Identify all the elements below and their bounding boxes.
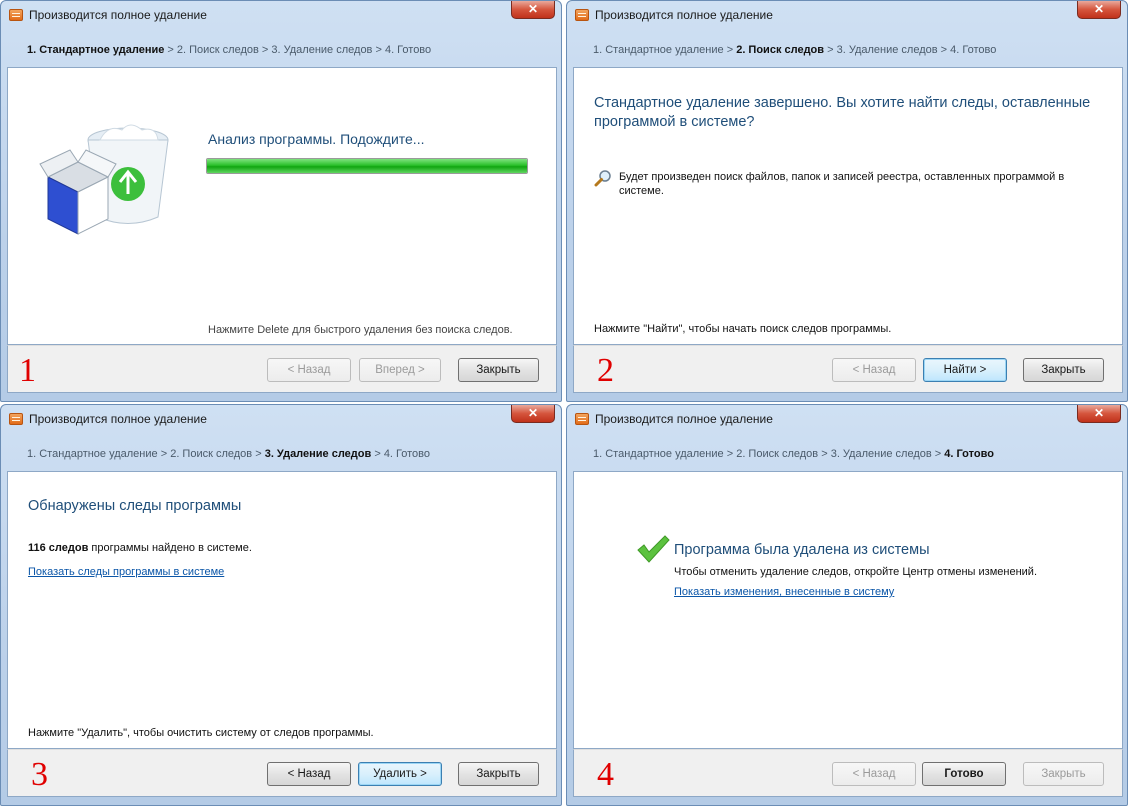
- window-title: Производится полное удаление: [29, 412, 207, 426]
- window-title: Производится полное удаление: [29, 8, 207, 22]
- close-icon[interactable]: ✕: [1077, 405, 1121, 423]
- close-icon[interactable]: ✕: [511, 405, 555, 423]
- window-step-3: Производится полное удаление ✕ 1. Станда…: [0, 404, 562, 806]
- show-traces-link[interactable]: Показать следы программы в системе: [28, 566, 224, 578]
- step-number: 1: [19, 352, 36, 389]
- step-number: 3: [31, 756, 48, 793]
- info-text: Чтобы отменить удаление следов, откройте…: [674, 566, 1037, 578]
- close-icon[interactable]: ✕: [511, 1, 555, 19]
- step-2: 2. Поиск следов: [736, 44, 825, 56]
- back-button[interactable]: < Назад: [832, 358, 916, 382]
- title-bar: Производится полное удаление ✕: [1, 1, 561, 31]
- content-panel: Программа была удалена из системы Чтобы …: [573, 471, 1123, 749]
- step-4: 4. Готово: [384, 44, 432, 56]
- content-panel: Анализ программы. Подождите... Нажмите D…: [7, 67, 557, 345]
- step-2: 2. Поиск следов: [736, 448, 819, 460]
- step-4: 4. Готово: [383, 448, 431, 460]
- traces-count-number: 116 следов: [28, 542, 89, 554]
- title-bar: Производится полное удаление ✕: [1, 405, 561, 435]
- progress-fill: [207, 159, 527, 173]
- progress-bar: [206, 158, 528, 174]
- back-button[interactable]: < Назад: [267, 762, 351, 786]
- done-button[interactable]: Готово: [922, 762, 1006, 786]
- close-button[interactable]: Закрыть: [1023, 358, 1104, 382]
- app-icon: [9, 9, 23, 21]
- app-icon: [9, 413, 23, 425]
- step-3: 3. Удаление следов: [830, 448, 932, 460]
- title-bar: Производится полное удаление ✕: [567, 1, 1127, 31]
- status-heading: Стандартное удаление завершено. Вы хотит…: [594, 95, 1091, 130]
- traces-count-text: программы найдено в системе.: [88, 542, 252, 554]
- back-button[interactable]: < Назад: [267, 358, 351, 382]
- step-1: 1. Стандартное удаление: [593, 44, 724, 56]
- window-title: Производится полное удаление: [595, 8, 773, 22]
- show-changes-link[interactable]: Показать изменения, внесенные в систему: [674, 586, 894, 598]
- status-heading: Анализ программы. Подождите...: [208, 131, 425, 147]
- status-heading: Программа была удалена из системы: [674, 542, 930, 558]
- content-panel: Обнаружены следы программы 116 следов пр…: [7, 471, 557, 749]
- step-1: 1. Стандартное удаление: [593, 448, 724, 460]
- title-bar: Производится полное удаление ✕: [567, 405, 1127, 435]
- green-checkmark-icon: [637, 535, 670, 563]
- back-button[interactable]: < Назад: [832, 762, 916, 786]
- search-magnifier-icon: [594, 170, 611, 187]
- hint-text: Нажмите "Удалить", чтобы очистить систем…: [28, 727, 374, 739]
- status-heading: Обнаружены следы программы: [28, 498, 242, 514]
- window-step-2: Производится полное удаление ✕ 1. Станда…: [566, 0, 1128, 402]
- hint-text: Нажмите Delete для быстрого удаления без…: [208, 324, 513, 336]
- app-icon: [575, 9, 589, 21]
- wizard-breadcrumb: 1. Стандартное удаление > 2. Поиск следо…: [27, 448, 431, 460]
- step-4: 4. Готово: [944, 448, 994, 460]
- traces-count: 116 следов программы найдено в системе.: [28, 542, 252, 554]
- step-3: 3. Удаление следов: [271, 44, 373, 56]
- window-step-1: Производится полное удаление ✕ 1. Станда…: [0, 0, 562, 402]
- find-button[interactable]: Найти >: [923, 358, 1007, 382]
- wizard-breadcrumb: 1. Стандартное удаление > 2. Поиск следо…: [593, 448, 994, 460]
- close-button[interactable]: Закрыть: [1023, 762, 1104, 786]
- step-number: 2: [597, 352, 614, 389]
- delete-button[interactable]: Удалить >: [358, 762, 442, 786]
- info-text: Будет произведен поиск файлов, папок и з…: [619, 171, 1065, 197]
- step-2: 2. Поиск следов: [170, 448, 253, 460]
- uninstall-box-trash-icon: [39, 124, 169, 235]
- close-button[interactable]: Закрыть: [458, 762, 539, 786]
- close-icon[interactable]: ✕: [1077, 1, 1121, 19]
- wizard-breadcrumb: 1. Стандартное удаление > 2. Поиск следо…: [27, 44, 432, 56]
- step-1: 1. Стандартное удаление: [27, 44, 165, 56]
- step-2: 2. Поиск следов: [176, 44, 259, 56]
- step-1: 1. Стандартное удаление: [27, 448, 158, 460]
- content-panel: Стандартное удаление завершено. Вы хотит…: [573, 67, 1123, 345]
- app-icon: [575, 413, 589, 425]
- step-3: 3. Удаление следов: [836, 44, 938, 56]
- close-button[interactable]: Закрыть: [458, 358, 539, 382]
- window-title: Производится полное удаление: [595, 412, 773, 426]
- step-3: 3. Удаление следов: [264, 448, 372, 460]
- hint-text: Нажмите "Найти", чтобы начать поиск след…: [594, 323, 892, 335]
- window-step-4: Производится полное удаление ✕ 1. Станда…: [566, 404, 1128, 806]
- wizard-breadcrumb: 1. Стандартное удаление > 2. Поиск следо…: [593, 44, 997, 56]
- next-button[interactable]: Вперед >: [359, 358, 441, 382]
- step-4: 4. Готово: [950, 44, 997, 56]
- step-number: 4: [597, 756, 614, 793]
